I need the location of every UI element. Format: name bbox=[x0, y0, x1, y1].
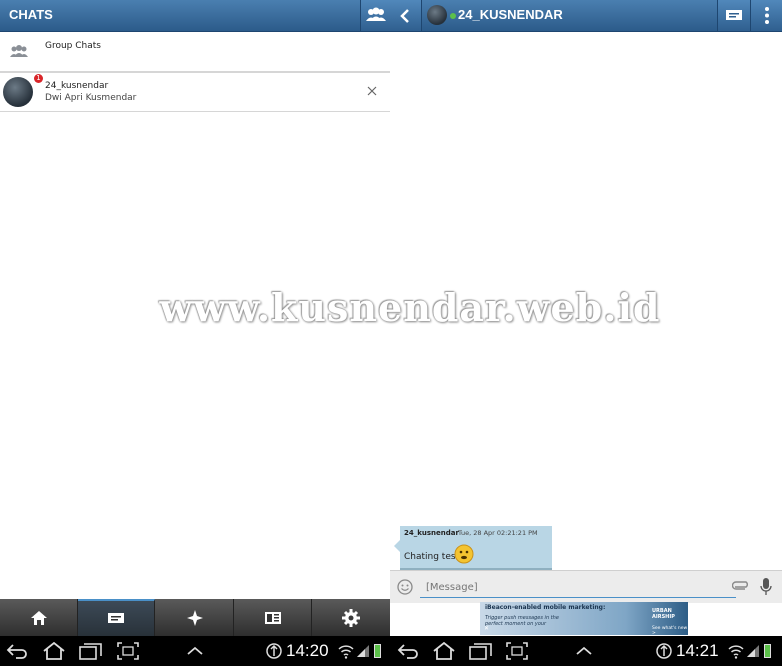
contact-name: 24_KUSNENDAR bbox=[458, 7, 563, 22]
message-sender: 24_kusnendar bbox=[404, 529, 459, 537]
tab-chats[interactable] bbox=[78, 599, 155, 636]
chat-contact-name: 24_kusnendar bbox=[45, 81, 109, 91]
back-nav-icon[interactable] bbox=[6, 643, 28, 659]
online-status-dot bbox=[450, 13, 456, 19]
group-chats-icon bbox=[10, 45, 28, 57]
battery-icon-2 bbox=[764, 644, 771, 658]
microphone-icon[interactable] bbox=[760, 578, 772, 596]
home-nav-icon-2[interactable] bbox=[432, 642, 456, 660]
wifi-icon bbox=[338, 645, 354, 659]
back-nav-icon-2[interactable] bbox=[397, 643, 419, 659]
chevron-up-icon[interactable] bbox=[186, 645, 204, 657]
conversation-header: 24_KUSNENDAR bbox=[390, 0, 782, 32]
ad-brand: URBAN AIRSHIP bbox=[652, 608, 675, 620]
message-input[interactable] bbox=[420, 577, 736, 598]
signal-icon bbox=[357, 645, 369, 657]
group-chats-label: Group Chats bbox=[45, 41, 101, 51]
avatar bbox=[3, 77, 33, 107]
message-timestamp: Tue, 28 Apr 02:21:21 PM bbox=[458, 529, 538, 537]
ad-headline: iBeacon-enabled mobile marketing: bbox=[485, 604, 606, 611]
chevron-up-icon-2[interactable] bbox=[575, 645, 593, 657]
close-icon[interactable] bbox=[367, 86, 377, 96]
battery-icon bbox=[374, 644, 381, 658]
clock-right: 14:21 bbox=[676, 641, 719, 660]
tab-discover[interactable] bbox=[156, 599, 234, 636]
ad-cta: See what's new > bbox=[652, 626, 688, 635]
system-navigation-bar: 14:20 14:21 bbox=[0, 636, 782, 666]
screenshot-icon[interactable] bbox=[117, 642, 139, 660]
contact-avatar[interactable] bbox=[427, 5, 447, 25]
overflow-menu-icon bbox=[765, 7, 769, 24]
compass-icon bbox=[186, 609, 203, 626]
clock-left: 14:20 bbox=[286, 641, 329, 660]
smiley-emoticon-icon bbox=[454, 544, 474, 564]
chevron-left-icon bbox=[400, 9, 409, 23]
unread-badge: 1 bbox=[34, 74, 43, 83]
emoticon-icon[interactable] bbox=[397, 579, 413, 595]
chat-list-item[interactable]: 1 24_kusnendar Dwi Apri Kusmendar bbox=[0, 72, 390, 112]
group-icon bbox=[366, 7, 386, 21]
signal-icon-2 bbox=[747, 645, 759, 657]
recent-apps-icon-2[interactable] bbox=[469, 642, 493, 660]
recent-apps-icon[interactable] bbox=[79, 642, 103, 660]
data-sync-icon bbox=[266, 643, 282, 659]
more-options-button[interactable] bbox=[750, 0, 782, 31]
watermark: www.kusnendar.web.id bbox=[159, 285, 661, 330]
tab-feeds[interactable] bbox=[234, 599, 312, 636]
group-chats-row[interactable]: Group Chats bbox=[0, 32, 390, 72]
chats-header: CHATS bbox=[0, 0, 391, 32]
message-text: Chating tes bbox=[404, 552, 456, 562]
new-group-button[interactable] bbox=[360, 0, 391, 31]
chat-icon bbox=[108, 612, 124, 623]
chats-title: CHATS bbox=[9, 7, 53, 22]
chats-list-button[interactable] bbox=[717, 0, 750, 31]
chat-icon bbox=[726, 10, 742, 20]
feed-icon bbox=[264, 611, 281, 624]
tab-settings[interactable] bbox=[312, 599, 390, 636]
data-sync-icon-2 bbox=[656, 643, 672, 659]
message-input-bar bbox=[390, 570, 782, 603]
bottom-navigation bbox=[0, 599, 390, 636]
home-nav-icon[interactable] bbox=[42, 642, 66, 660]
back-button[interactable] bbox=[390, 0, 422, 31]
ad-body: Trigger push messages in the perfect mom… bbox=[485, 615, 559, 627]
screenshot-icon-2[interactable] bbox=[506, 642, 528, 660]
chat-contact-subtitle: Dwi Apri Kusmendar bbox=[45, 93, 137, 103]
ad-close-icon[interactable]: ✕ bbox=[484, 625, 489, 632]
gear-icon bbox=[342, 608, 360, 627]
ad-banner[interactable]: iBeacon-enabled mobile marketing: Trigge… bbox=[480, 602, 688, 635]
attachment-icon[interactable] bbox=[732, 581, 750, 593]
message-bubble: 24_kusnendar Tue, 28 Apr 02:21:21 PM Cha… bbox=[394, 526, 552, 570]
tab-home[interactable] bbox=[0, 599, 78, 636]
wifi-icon-2 bbox=[728, 645, 744, 659]
home-icon bbox=[30, 610, 47, 625]
